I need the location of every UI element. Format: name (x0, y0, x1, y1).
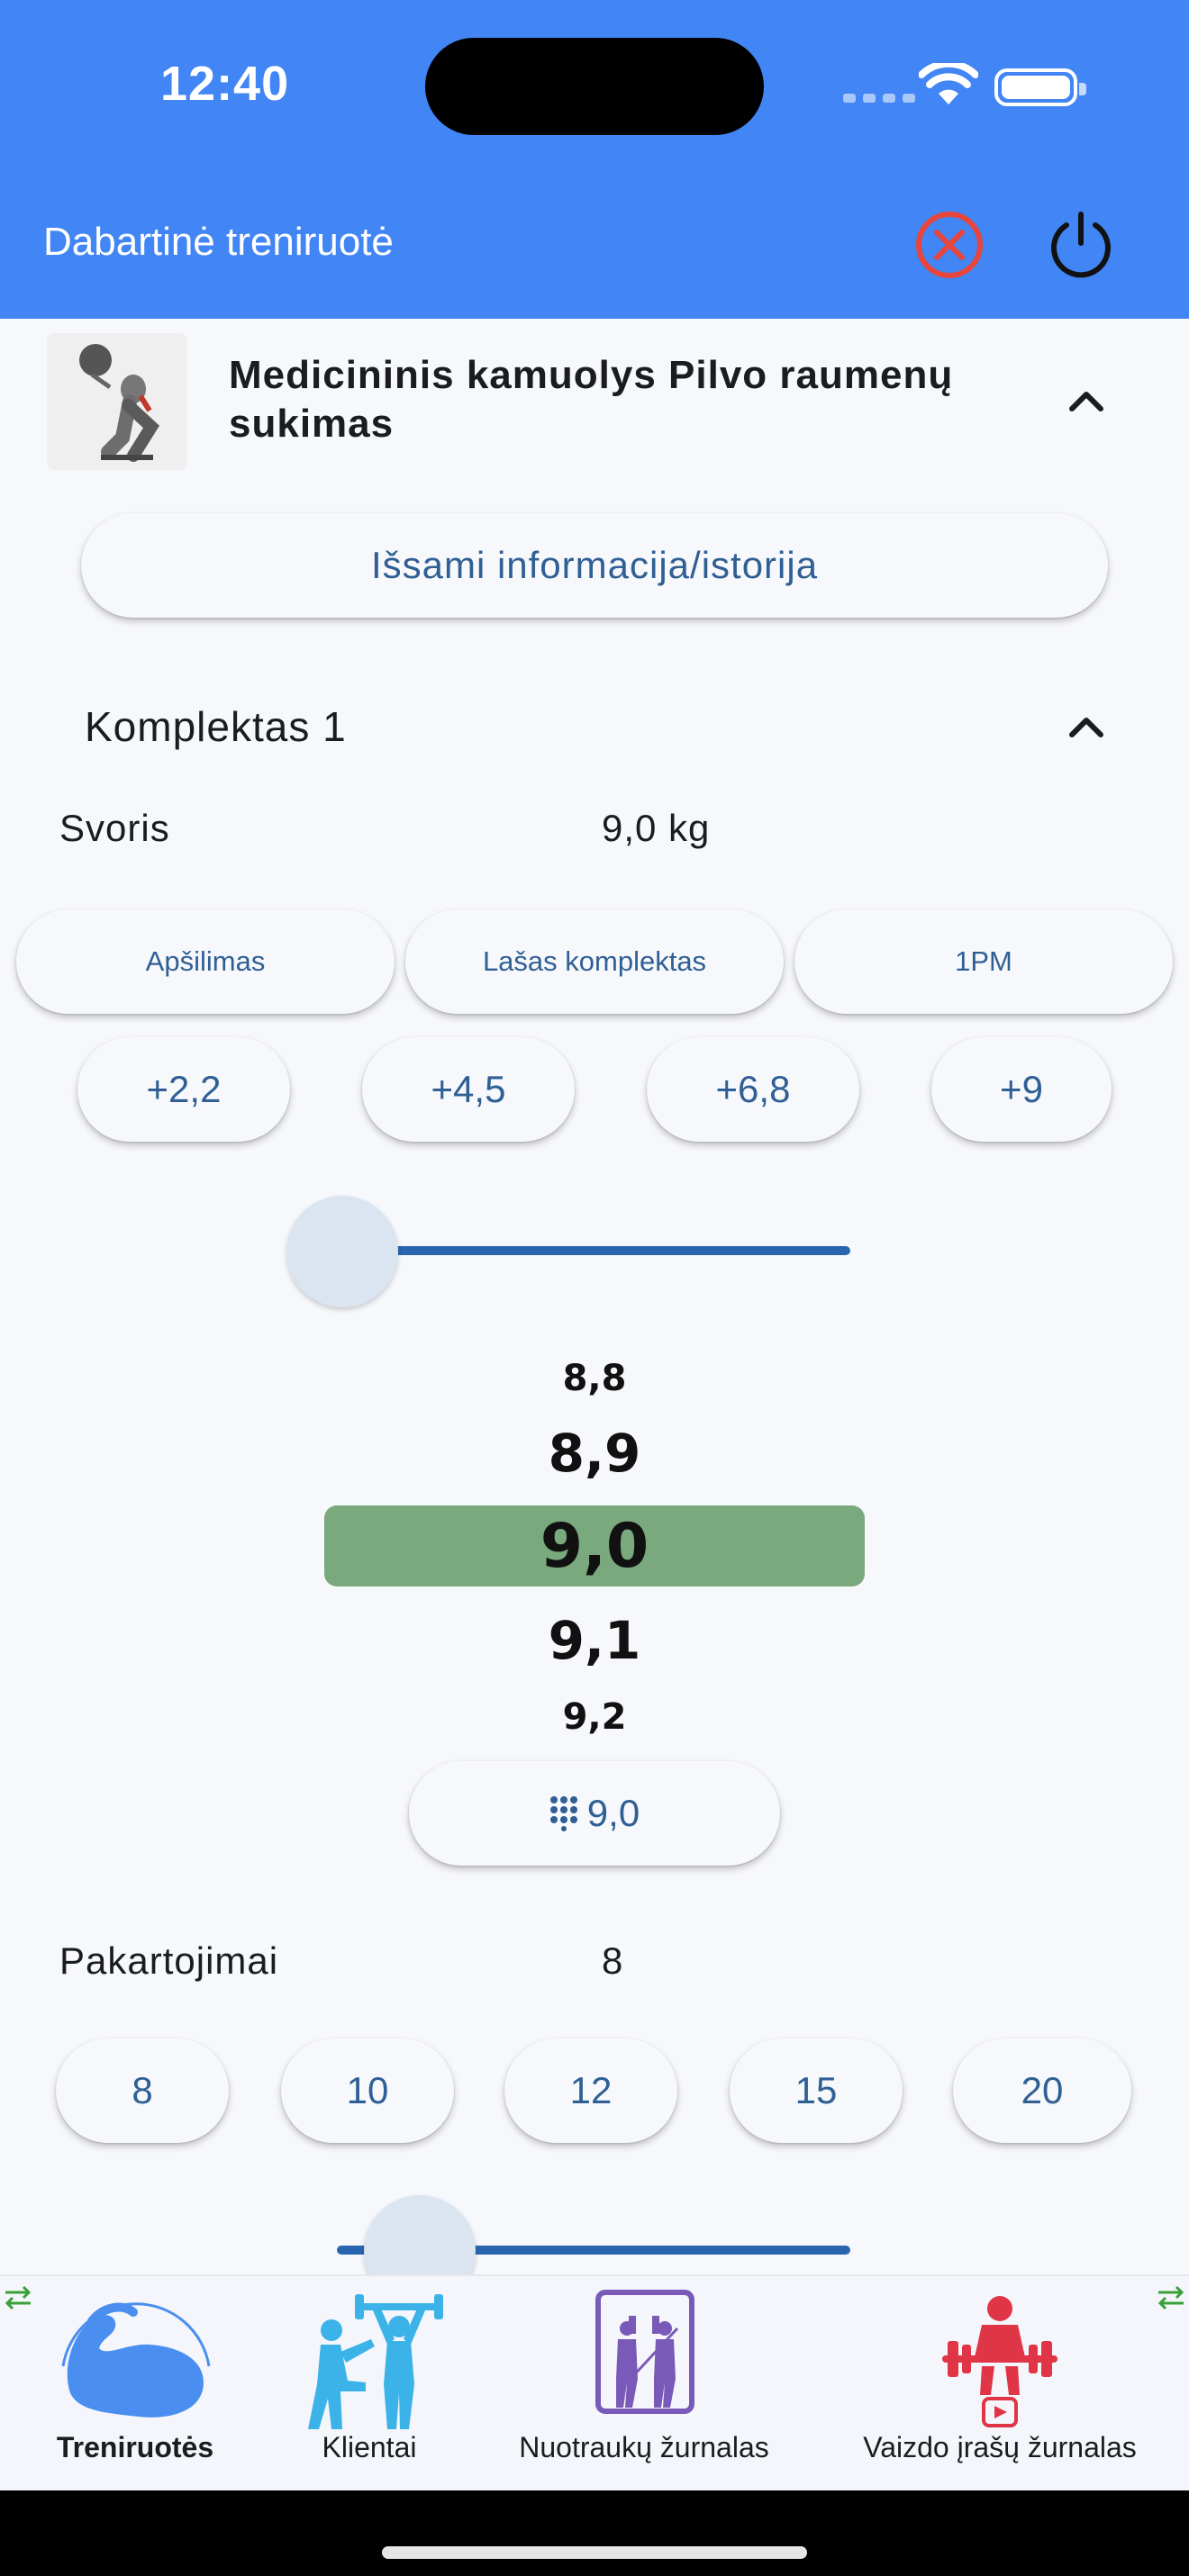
nav-label: Treniruotės (56, 2431, 214, 2463)
reps-button[interactable]: 20 (953, 2038, 1131, 2143)
chevron-up-icon[interactable] (1065, 713, 1108, 740)
cellular-signal-icon (843, 94, 915, 103)
reps-button[interactable]: 12 (504, 2038, 677, 2143)
status-time: 12:40 (160, 57, 290, 111)
mirror-photo-icon (595, 2290, 694, 2414)
increment-button[interactable]: +4,5 (362, 1037, 575, 1142)
home-indicator-area (0, 2490, 1189, 2576)
picker-value-selected[interactable]: 9,0 (324, 1511, 865, 1582)
set-title: Komplektas 1 (85, 703, 347, 750)
weightlifter-video-icon (942, 2296, 1057, 2427)
swap-arrows-icon[interactable] (1155, 2282, 1187, 2314)
drop-set-button[interactable]: Lašas komplektas (405, 909, 784, 1014)
trainer-client-icon (308, 2294, 443, 2429)
nav-label: Vaizdo įrašų žurnalas (863, 2431, 1137, 2463)
reps-slider-thumb[interactable] (364, 2195, 476, 2274)
increment-button[interactable]: +6,8 (647, 1037, 859, 1142)
home-indicator[interactable] (382, 2546, 807, 2559)
weight-slider-thumb[interactable] (286, 1196, 398, 1307)
exercise-title: Medicininis kamuolys Pilvo raumenų sukim… (229, 353, 954, 446)
nav-item-workouts[interactable]: Treniruotės (0, 2276, 270, 2492)
wifi-icon (919, 63, 978, 104)
nav-item-photo-log[interactable]: Nuotraukų žurnalas (504, 2276, 784, 2492)
picker-value[interactable]: 8,9 (324, 1423, 865, 1484)
bottom-navigation: Treniruotės Klientai Nuotraukų žurnalas … (0, 2274, 1189, 2490)
reps-value: 8 (602, 1939, 624, 1982)
keypad-value: 9,0 (586, 1792, 640, 1834)
reps-button[interactable]: 15 (730, 2038, 903, 2143)
keypad-entry-button[interactable]: 9,0 (409, 1761, 780, 1866)
nav-item-clients[interactable]: Klientai (270, 2276, 468, 2492)
bicep-icon (61, 2302, 211, 2418)
dynamic-island (425, 38, 764, 135)
increment-button[interactable]: +9 (931, 1037, 1112, 1142)
app-header: 12:40 Dabartinė treniruotė (0, 0, 1189, 319)
swap-arrows-icon[interactable] (2, 2282, 34, 2314)
nav-item-video-log[interactable]: Vaizdo įrašų žurnalas (847, 2276, 1153, 2492)
picker-value[interactable]: 8,8 (324, 1358, 865, 1399)
nav-label: Nuotraukų žurnalas (519, 2431, 769, 2463)
page-title: Dabartinė treniruotė (43, 220, 394, 264)
nav-label: Klientai (322, 2431, 417, 2463)
battery-icon (994, 68, 1086, 106)
one-rep-max-button[interactable]: 1PM (794, 909, 1173, 1014)
picker-value[interactable]: 9,2 (324, 1696, 865, 1738)
chevron-up-icon[interactable] (1065, 387, 1108, 414)
exercise-thumbnail (47, 333, 187, 470)
increment-button[interactable]: +2,2 (77, 1037, 290, 1142)
reps-label: Pakartojimai (59, 1939, 279, 1982)
weight-label: Svoris (59, 807, 170, 849)
warmup-button[interactable]: Apšilimas (16, 909, 395, 1014)
close-circle-icon[interactable] (912, 207, 987, 283)
keypad-icon (549, 1796, 577, 1831)
weight-value: 9,0 kg (602, 807, 711, 849)
weight-slider-track[interactable] (340, 1246, 850, 1255)
power-icon[interactable] (1043, 205, 1119, 281)
details-history-button[interactable]: Išsami informacija/istorija (81, 513, 1108, 618)
reps-button[interactable]: 8 (56, 2038, 229, 2143)
picker-value[interactable]: 9,1 (324, 1610, 865, 1671)
reps-button[interactable]: 10 (281, 2038, 454, 2143)
workout-content[interactable]: Medicininis kamuolys Pilvo raumenų sukim… (0, 319, 1189, 2274)
